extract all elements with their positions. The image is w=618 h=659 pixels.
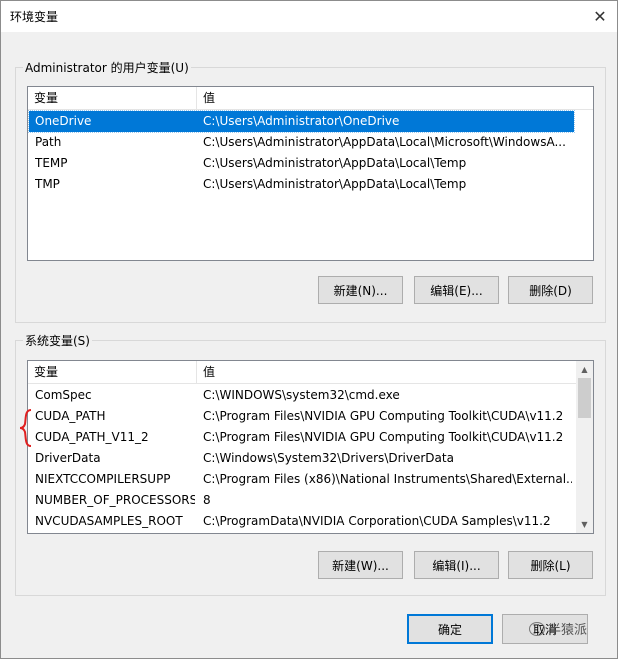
environment-variables-dialog: 环境变量 ✕ Administrator 的用户变量(U) 变量 值 OneDr… [0, 0, 618, 659]
system_vars-row[interactable]: NUMBER_OF_PROCESSORS 8 [29, 490, 576, 511]
variable-name: TEMP [35, 156, 68, 170]
ok-button[interactable]: 确定 [407, 614, 493, 644]
variable-name: DriverData [35, 451, 101, 465]
close-icon[interactable]: ✕ [583, 1, 617, 32]
user-list-header: 变量 值 [28, 87, 593, 110]
user_vars-row[interactable]: TEMP C:\Users\Administrator\AppData\Local… [29, 153, 574, 174]
system-variables-label: 系统变量(S) [23, 332, 92, 349]
system-edit-button[interactable]: 编辑(I)... [414, 551, 499, 579]
user_vars-row[interactable]: OneDrive C:\Users\Administrator\OneDrive [28, 110, 575, 133]
variable-name: NUMBER_OF_PROCESSORS [35, 493, 195, 507]
variable-value: C:\Program Files (x86)\National Instrume… [203, 472, 572, 486]
user-variables-label: Administrator 的用户变量(U) [23, 59, 191, 76]
scroll-up-icon[interactable]: ▲ [576, 361, 593, 378]
user_vars-row[interactable]: Path C:\Users\Administrator\AppData\Local… [29, 132, 574, 153]
system-list-scrollbar[interactable]: ▲ ▼ [576, 361, 593, 533]
variable-name: CUDA_PATH_V11_2 [35, 430, 149, 444]
system_vars-row[interactable]: CUDA_PATH_V11_2 C:\Program Files\NVIDIA G… [29, 427, 576, 448]
user_vars-row[interactable]: TMP C:\Users\Administrator\AppData\Local\… [29, 174, 574, 195]
variable-name: NVCUDASAMPLES_ROOT [35, 514, 183, 528]
system-col-name-header[interactable]: 变量 [28, 361, 196, 383]
scroll-down-icon[interactable]: ▼ [576, 516, 593, 533]
system_vars-row[interactable]: ComSpec C:\WINDOWS\system32\cmd.exe [29, 385, 576, 406]
user-edit-button[interactable]: 编辑(E)... [414, 276, 499, 304]
variable-value: C:\Users\Administrator\AppData\Local\Tem… [203, 156, 467, 170]
variable-value: C:\Windows\System32\Drivers\DriverData [203, 451, 454, 465]
variable-value: C:\Users\Administrator\AppData\Local\Mic… [203, 135, 566, 149]
system_vars-row[interactable]: NVCUDASAMPLES_ROOT C:\ProgramData\NVIDIA … [29, 511, 576, 532]
variable-value: C:\Users\Administrator\OneDrive [203, 114, 400, 128]
user-col-value-header[interactable]: 值 [196, 87, 593, 109]
window-title: 环境变量 [10, 10, 59, 24]
variable-name: ComSpec [35, 388, 92, 402]
variable-name: CUDA_PATH [35, 409, 106, 423]
variable-name: OneDrive [35, 114, 92, 128]
user-col-name-header[interactable]: 变量 [28, 87, 196, 109]
title-bar: 环境变量 ✕ [1, 1, 617, 32]
variable-name: Path [35, 135, 62, 149]
variable-value: C:\Program Files\NVIDIA GPU Computing To… [203, 409, 564, 423]
system_vars-row[interactable]: NIEXTCCOMPILERSUPP C:\Program Files (x86)… [29, 469, 576, 490]
system-delete-button[interactable]: 删除(L) [508, 551, 593, 579]
system-variables-list[interactable]: 变量 值 ComSpec C:\WINDOWS\system32\cmd.exe C… [27, 360, 594, 534]
system-list-header: 变量 值 [28, 361, 593, 384]
wechat-icon [529, 621, 545, 636]
system_vars-row[interactable]: CUDA_PATH C:\Program Files\NVIDIA GPU Com… [29, 406, 576, 427]
variable-value: C:\ProgramData\NVIDIA Corporation\CUDA S… [203, 514, 551, 528]
scrollbar-thumb[interactable] [578, 378, 591, 418]
user-delete-button[interactable]: 删除(D) [508, 276, 593, 304]
system-col-value-header[interactable]: 值 [196, 361, 576, 383]
variable-name: TMP [35, 177, 60, 191]
red-brace-annotation [19, 409, 32, 447]
system_vars-row[interactable]: DriverData C:\Windows\System32\Drivers\Dr… [29, 448, 576, 469]
variable-name: NIEXTCCOMPILERSUPP [35, 472, 171, 486]
variable-value: C:\WINDOWS\system32\cmd.exe [203, 388, 400, 402]
variable-value: 8 [203, 493, 211, 507]
watermark: 半猿派 [529, 619, 587, 638]
variable-value: C:\Users\Administrator\AppData\Local\Tem… [203, 177, 467, 191]
user-new-button[interactable]: 新建(N)... [318, 276, 403, 304]
variable-value: C:\Program Files\NVIDIA GPU Computing To… [203, 430, 564, 444]
system-new-button[interactable]: 新建(W)... [318, 551, 403, 579]
user-variables-list[interactable]: 变量 值 OneDrive C:\Users\Administrator\OneD… [27, 86, 594, 261]
watermark-text: 半猿派 [548, 623, 588, 638]
